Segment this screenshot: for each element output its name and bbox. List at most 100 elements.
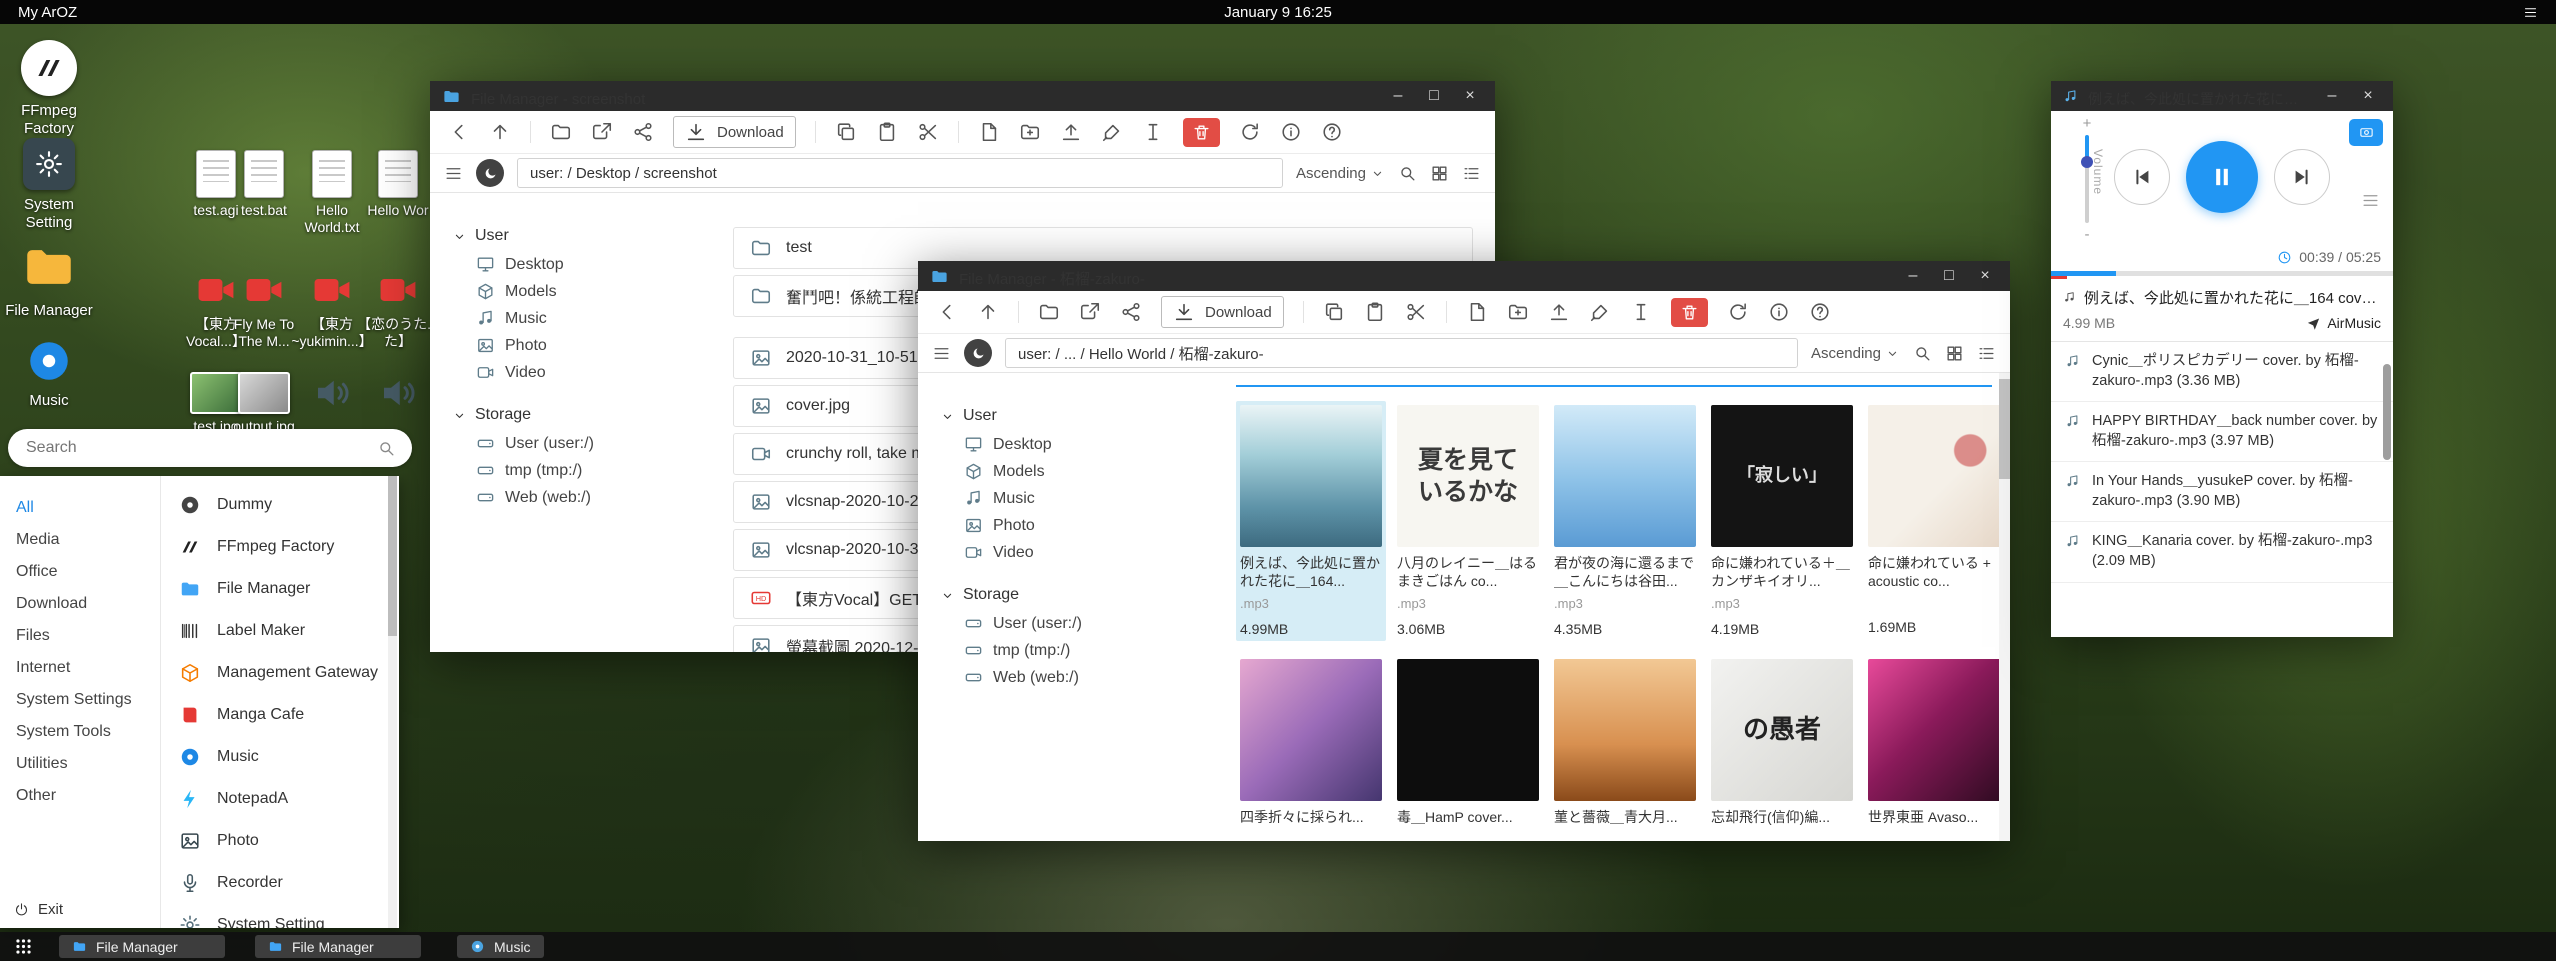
desktop-file-hello-wor[interactable]: Hello Wor	[357, 150, 439, 219]
new-file-button[interactable]	[1466, 301, 1488, 323]
minimize-button[interactable]: –	[1900, 267, 1926, 285]
next-button[interactable]	[2274, 149, 2330, 205]
app-item-photo[interactable]: Photo	[161, 820, 399, 862]
up-button[interactable]	[977, 301, 999, 323]
scrollbar-thumb[interactable]	[2383, 364, 2391, 460]
app-item-manga-cafe[interactable]: Manga Cafe	[161, 694, 399, 736]
title-bar[interactable]: File Manager - 柘榴-zakuro- – □ ×	[918, 261, 2010, 291]
new-file-button[interactable]	[978, 121, 1000, 143]
help-button[interactable]	[1321, 121, 1343, 143]
refresh-button[interactable]	[1239, 121, 1261, 143]
sidebar-section-storage[interactable]: Storage	[940, 580, 1218, 610]
list-view-button[interactable]	[1977, 344, 1996, 363]
category-other[interactable]: Other	[0, 780, 160, 812]
category-all[interactable]: All	[0, 492, 160, 524]
cut-button[interactable]	[1405, 301, 1427, 323]
open-in-new-button[interactable]	[1079, 301, 1101, 323]
breadcrumb[interactable]: user: / ... / Hello World / 柘榴-zakuro-	[1005, 338, 1798, 368]
file-tile[interactable]: の愚者 忘却飛行(信仰)編...	[1707, 655, 1857, 831]
maximize-button[interactable]: □	[1936, 267, 1962, 285]
progress-bar[interactable]	[2051, 271, 2393, 276]
file-tile[interactable]: 例えば、今此処に置かれた花に＿164... .mp3 4.99MB	[1236, 401, 1386, 641]
playlist-item[interactable]: HAPPY BIRTHDAY＿back number cover. by 柘榴-…	[2051, 402, 2393, 462]
volume-plus[interactable]: +	[2083, 115, 2092, 132]
app-item-notepada[interactable]: NotepadA	[161, 778, 399, 820]
sidebar-item-photo[interactable]: Photo	[452, 332, 707, 359]
search-input[interactable]	[24, 438, 377, 458]
file-tile[interactable]: 「寂しい」 命に嫌われている＋＿カンザキイオリ... .mp3 4.19MB	[1707, 401, 1857, 641]
scrollbar[interactable]	[388, 476, 397, 928]
sidebar-item-models[interactable]: Models	[452, 278, 707, 305]
file-tile[interactable]: 命に嫌われている + acoustic co... 1.69MB	[1864, 401, 2010, 641]
desktop-icon-file-manager[interactable]: File Manager	[1, 238, 97, 320]
search-button[interactable]	[1913, 344, 1932, 363]
category-system-tools[interactable]: System Tools	[0, 716, 160, 748]
start-button[interactable]	[14, 937, 33, 956]
category-utilities[interactable]: Utilities	[0, 748, 160, 780]
rename-button[interactable]	[1142, 121, 1164, 143]
minimize-button[interactable]: –	[1385, 87, 1411, 105]
file-tile[interactable]: 菫と薔薇＿青大月...	[1550, 655, 1700, 831]
file-tile[interactable]: 夏を見て いるかな 八月のレイニー＿はるまきごはん co... .mp3 3.0…	[1393, 401, 1543, 641]
category-system-settings[interactable]: System Settings	[0, 684, 160, 716]
new-folder-button[interactable]	[1019, 121, 1041, 143]
desktop-icon-music[interactable]: Music	[1, 336, 97, 410]
file-tile[interactable]: 四季折々に採られ...	[1236, 655, 1386, 831]
desktop-icon-system-setting[interactable]: System Setting	[1, 138, 97, 232]
playlist-item[interactable]: In Your Hands＿yusukeP cover. by 柘榴-zakur…	[2051, 462, 2393, 522]
sidebar-section-user[interactable]: User	[940, 401, 1218, 431]
app-item-file-manager[interactable]: File Manager	[161, 568, 399, 610]
list-menu-button[interactable]	[444, 164, 463, 183]
theme-button[interactable]	[1589, 301, 1611, 323]
theme-button[interactable]	[1101, 121, 1123, 143]
delete-button[interactable]	[1183, 118, 1220, 147]
volume-slider[interactable]: + - Volume	[2065, 115, 2109, 247]
taskbar-item-file-manager-2[interactable]: File Manager	[255, 935, 421, 958]
info-button[interactable]	[1768, 301, 1790, 323]
title-bar[interactable]: 例えば、今此処に置かれた花に＿164 c... – ×	[2051, 81, 2393, 111]
app-item-label-maker[interactable]: Label Maker	[161, 610, 399, 652]
category-download[interactable]: Download	[0, 588, 160, 620]
sidebar-section-storage[interactable]: Storage	[452, 400, 707, 430]
category-internet[interactable]: Internet	[0, 652, 160, 684]
copy-button[interactable]	[1323, 301, 1345, 323]
cast-button[interactable]	[2349, 119, 2383, 146]
desktop-file-video-4[interactable]: 【恋のうた...た】	[357, 268, 439, 350]
previous-button[interactable]	[2114, 149, 2170, 205]
volume-track[interactable]	[2085, 135, 2089, 223]
sidebar-item-models[interactable]: Models	[940, 458, 1218, 485]
app-item-dummy[interactable]: Dummy	[161, 484, 399, 526]
up-button[interactable]	[489, 121, 511, 143]
help-button[interactable]	[1809, 301, 1831, 323]
scrollbar-thumb[interactable]	[1999, 379, 2010, 479]
airmusic-button[interactable]: AirMusic	[2306, 315, 2381, 331]
dark-mode-toggle[interactable]	[964, 339, 992, 367]
paste-button[interactable]	[876, 121, 898, 143]
app-item-recorder[interactable]: Recorder	[161, 862, 399, 904]
new-folder-button[interactable]	[1507, 301, 1529, 323]
app-item-system-setting[interactable]: System Setting	[161, 904, 399, 928]
category-media[interactable]: Media	[0, 524, 160, 556]
sidebar-item-video[interactable]: Video	[452, 359, 707, 386]
sort-dropdown[interactable]: Ascending	[1811, 345, 1900, 362]
dark-mode-toggle[interactable]	[476, 159, 504, 187]
refresh-button[interactable]	[1727, 301, 1749, 323]
taskbar-item-file-manager-1[interactable]: File Manager	[59, 935, 225, 958]
sidebar-item-video[interactable]: Video	[940, 539, 1218, 566]
category-office[interactable]: Office	[0, 556, 160, 588]
desktop-icon-ffmpeg-factory[interactable]: FFmpeg Factory	[1, 40, 97, 138]
back-button[interactable]	[448, 121, 470, 143]
sidebar-item-tmp-drive[interactable]: tmp (tmp:/)	[940, 637, 1218, 664]
category-files[interactable]: Files	[0, 620, 160, 652]
upload-button[interactable]	[1548, 301, 1570, 323]
scrollbar[interactable]	[1999, 373, 2010, 841]
close-button[interactable]: ×	[1457, 87, 1483, 105]
sidebar-item-user-drive[interactable]: User (user:/)	[452, 430, 707, 457]
taskbar-item-music[interactable]: Music	[457, 935, 544, 958]
scrollbar-thumb[interactable]	[388, 476, 397, 636]
list-view-button[interactable]	[1462, 164, 1481, 183]
grid-view-button[interactable]	[1945, 344, 1964, 363]
file-tile[interactable]: 毒＿HamP cover...	[1393, 655, 1543, 831]
close-button[interactable]: ×	[2355, 87, 2381, 105]
playlist-item[interactable]: Cynic＿ポリスピカデリー cover. by 柘榴-zakuro-.mp3 …	[2051, 342, 2393, 402]
